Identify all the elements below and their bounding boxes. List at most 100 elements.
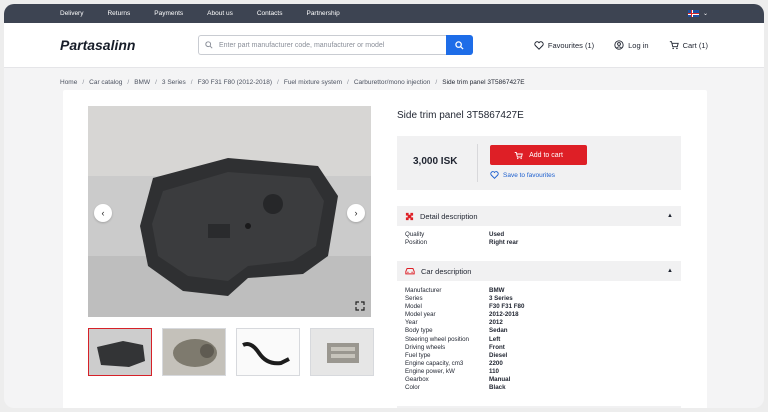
detail-value: Used	[489, 231, 505, 238]
topbar-link-delivery[interactable]: Delivery	[60, 10, 83, 17]
save-to-favourites-label: Save to favourites	[503, 171, 556, 179]
product-title: Side trim panel 3T5867427E	[397, 110, 524, 121]
heart-icon	[490, 171, 499, 179]
breadcrumb-separator: /	[277, 78, 279, 86]
car-value: Left	[489, 335, 501, 343]
search-placeholder: Enter part manufacturer code, manufactur…	[219, 41, 385, 49]
breadcrumb-bmw[interactable]: BMW	[134, 79, 150, 86]
car-description-header[interactable]: Car description ▲	[397, 261, 681, 281]
detail-description-list: Quality Used Position Right rear	[405, 231, 609, 247]
car-value: 2012-2018	[489, 311, 519, 319]
breadcrumb-3-series[interactable]: 3 Series	[162, 79, 186, 86]
breadcrumb-car-catalog[interactable]: Car catalog	[89, 79, 122, 86]
user-icon	[614, 40, 624, 50]
price-divider	[477, 144, 478, 182]
car-value: 110	[489, 367, 499, 375]
car-value: Black	[489, 384, 506, 392]
car-key: Body type	[405, 327, 433, 335]
thumbnail-photo	[311, 329, 373, 375]
thumbnail-4[interactable]	[310, 328, 374, 376]
chevron-right-icon: ›	[354, 208, 358, 218]
favourites-button[interactable]: Favourites (1)	[534, 41, 594, 50]
search-bar: Enter part manufacturer code, manufactur…	[198, 35, 473, 55]
breadcrumb-separator: /	[82, 78, 85, 86]
car-value: BMW	[489, 287, 505, 294]
thumbnail-photo	[163, 329, 225, 375]
heart-icon	[534, 40, 544, 50]
fullscreen-icon[interactable]	[355, 301, 365, 311]
breadcrumb-fuel-system[interactable]: Fuel mixture system	[284, 79, 342, 86]
detail-description-title: Detail description	[420, 211, 478, 221]
thumbnail-strip	[88, 328, 374, 376]
car-value: 3 Series	[489, 295, 513, 303]
search-icon	[455, 40, 464, 50]
trim-panel-photo	[88, 106, 371, 317]
puzzle-icon	[405, 212, 414, 220]
thumbnail-photo	[237, 329, 299, 375]
breadcrumb-separator: /	[347, 78, 349, 86]
car-key: Manufacturer	[405, 287, 442, 294]
car-key: Fuel type	[405, 351, 431, 359]
car-description-title: Car description	[421, 266, 472, 276]
car-key: Engine capacity, cm3	[405, 359, 464, 367]
breadcrumb-generation[interactable]: F30 F31 F80 (2012-2018)	[198, 79, 272, 86]
topbar-link-contacts[interactable]: Contacts	[257, 10, 283, 17]
save-to-favourites-link[interactable]: Save to favourites	[490, 171, 555, 179]
car-value: Front	[489, 343, 505, 351]
next-image-button[interactable]: ›	[347, 204, 365, 222]
search-icon	[205, 41, 213, 49]
thumbnail-photo	[89, 329, 151, 375]
car-key: Engine power, kW	[405, 367, 455, 375]
car-key: Gearbox	[405, 376, 429, 384]
chevron-down-icon: ⌄	[702, 11, 708, 17]
cart-button[interactable]: Cart (1)	[669, 40, 708, 50]
language-selector[interactable]: ⌄	[687, 10, 708, 17]
add-to-cart-label: Add to cart	[529, 151, 563, 159]
cart-icon	[669, 41, 679, 50]
topbar-link-about[interactable]: About us	[207, 10, 233, 17]
detail-key: Position	[405, 239, 428, 247]
header-actions: Favourites (1) Log in Cart (1)	[534, 40, 708, 50]
chevron-left-icon: ‹	[101, 208, 105, 218]
car-key: Driving wheels	[405, 343, 446, 351]
thumbnail-3[interactable]	[236, 328, 300, 376]
car-value: Diesel	[489, 351, 508, 359]
browser-frame: Delivery Returns Payments About us Conta…	[4, 4, 764, 408]
product-main-image[interactable]: ‹ ›	[88, 106, 371, 317]
product-price: 3,000 ISK	[413, 156, 458, 167]
car-key: Year	[405, 319, 418, 327]
thumbnail-2[interactable]	[162, 328, 226, 376]
car-value: 2012	[489, 319, 503, 327]
prev-image-button[interactable]: ‹	[94, 204, 112, 222]
login-button[interactable]: Log in	[614, 40, 649, 50]
car-value: Manual	[489, 376, 511, 384]
car-key: Model	[405, 303, 422, 311]
car-key: Steering wheel position	[405, 335, 469, 343]
site-logo[interactable]: Partasalinn	[60, 37, 198, 53]
detail-value: Right rear	[489, 239, 519, 247]
login-label: Log in	[628, 40, 649, 50]
detail-key: Quality	[405, 231, 425, 238]
add-to-cart-button[interactable]: Add to cart	[490, 145, 587, 165]
detail-description-header[interactable]: Detail description ▲	[397, 206, 681, 226]
thumbnail-1[interactable]	[88, 328, 152, 376]
breadcrumb-separator: /	[155, 78, 157, 86]
topbar-link-returns[interactable]: Returns	[107, 10, 130, 17]
car-value: 2200	[489, 359, 503, 367]
search-input[interactable]: Enter part manufacturer code, manufactur…	[198, 35, 446, 55]
topbar-link-partnership[interactable]: Partnership	[306, 10, 339, 17]
breadcrumb-home[interactable]: Home	[60, 79, 77, 86]
topbar-link-payments[interactable]: Payments	[154, 10, 183, 17]
breadcrumb-carburettor[interactable]: Carburettor/mono injection	[354, 79, 431, 86]
breadcrumb-separator: /	[435, 78, 438, 86]
iceland-flag-icon	[687, 10, 699, 17]
car-value: F30 F31 F80	[489, 303, 525, 311]
car-description-list: Manufacturer BMW Series 3 Series Model F30 …	[405, 287, 609, 392]
cart-label: Cart (1)	[682, 40, 708, 50]
breadcrumb-separator: /	[127, 78, 130, 86]
next-section-header[interactable]	[397, 406, 681, 408]
car-value: Sedan	[489, 327, 508, 335]
car-key: Color	[405, 384, 420, 392]
chevron-up-icon: ▲	[667, 213, 673, 219]
search-button[interactable]	[446, 35, 473, 55]
